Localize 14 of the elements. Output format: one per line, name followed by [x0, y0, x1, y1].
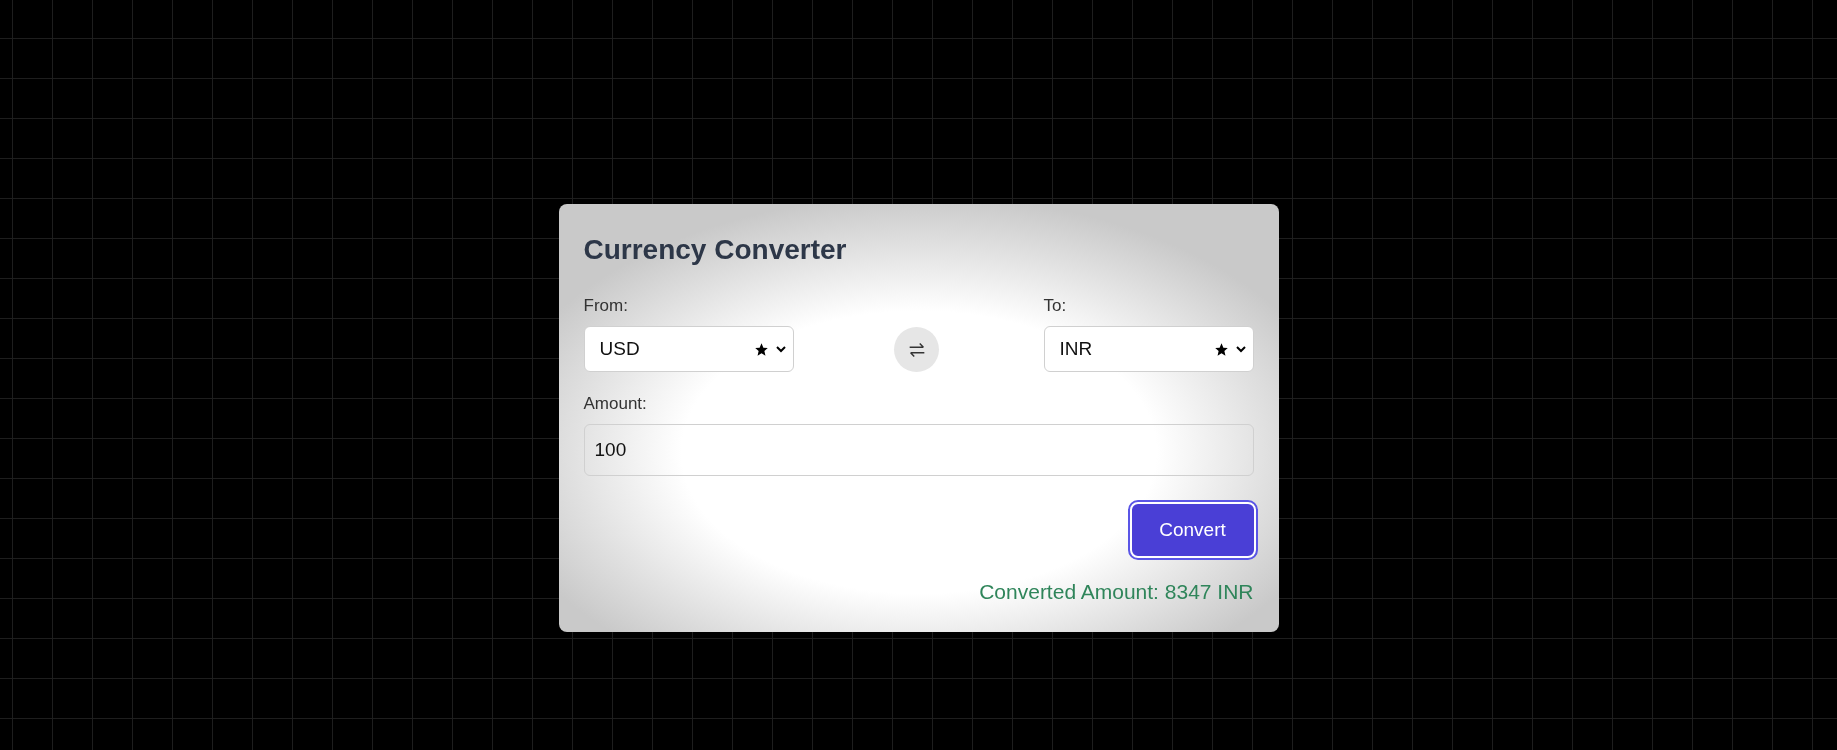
field-label: To: — [1043, 296, 1068, 316]
result-text: Converted Amount: 8347 INR — [979, 580, 1254, 604]
field-label: From: — [583, 296, 629, 316]
to-currency-select[interactable]: INR — [1043, 326, 1254, 372]
star-icon — [753, 341, 769, 357]
card-title: Currency Converter — [583, 233, 848, 267]
chevron-icon — [774, 343, 787, 355]
field-label: Amount: — [583, 394, 648, 414]
convert-button[interactable]: Convert — [1129, 502, 1256, 558]
from-currency-select[interactable]: USD — [583, 326, 794, 372]
amount-input[interactable]: 100 — [583, 424, 1254, 476]
swap-button[interactable] — [894, 327, 939, 372]
star-icon — [1213, 341, 1229, 357]
chevron-icon — [1234, 343, 1247, 355]
